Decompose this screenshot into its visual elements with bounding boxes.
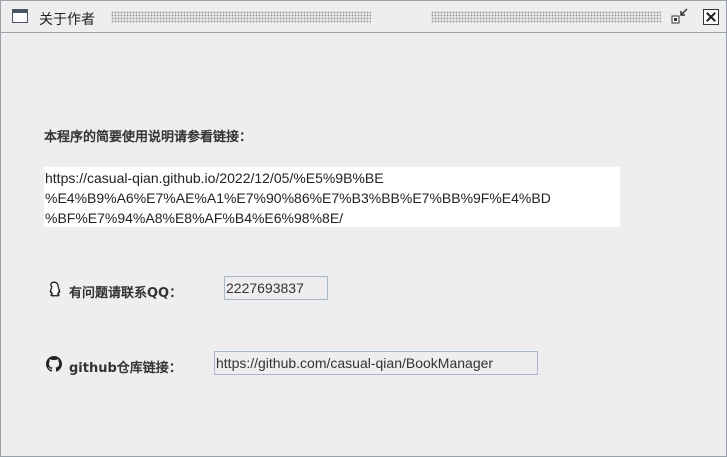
title-bar-grip bbox=[111, 11, 371, 23]
qq-penguin-icon bbox=[49, 281, 61, 297]
title-bar-grip-right bbox=[431, 11, 661, 23]
about-author-window: 关于作者 本程序的简要使用说明请参看链接： https://casual-qia… bbox=[0, 0, 727, 457]
window-title: 关于作者 bbox=[39, 12, 95, 28]
qq-number-field[interactable]: 2227693837 bbox=[224, 276, 328, 300]
intro-label: 本程序的简要使用说明请参看链接： bbox=[44, 130, 253, 145]
github-icon bbox=[46, 356, 62, 372]
doc-link-line: https://casual-qian.github.io/2022/12/05… bbox=[45, 170, 384, 186]
qq-label: 有问题请联系QQ： bbox=[69, 286, 183, 301]
title-bar[interactable]: 关于作者 bbox=[1, 1, 726, 33]
doc-link-line: %BF%E7%94%A8%E8%AF%B4%E6%98%8E/ bbox=[45, 210, 344, 226]
github-label: github仓库链接： bbox=[69, 361, 182, 376]
window-icon bbox=[12, 9, 28, 23]
close-button[interactable] bbox=[703, 9, 719, 25]
doc-link-line: %E4%B9%A6%E7%AE%A1%E7%90%86%E7%B3%BB%E7%… bbox=[45, 190, 551, 206]
doc-link-text[interactable]: https://casual-qian.github.io/2022/12/05… bbox=[44, 167, 620, 227]
github-url-field[interactable]: https://github.com/casual-qian/BookManag… bbox=[214, 351, 538, 375]
minimize-icon[interactable] bbox=[671, 7, 689, 25]
